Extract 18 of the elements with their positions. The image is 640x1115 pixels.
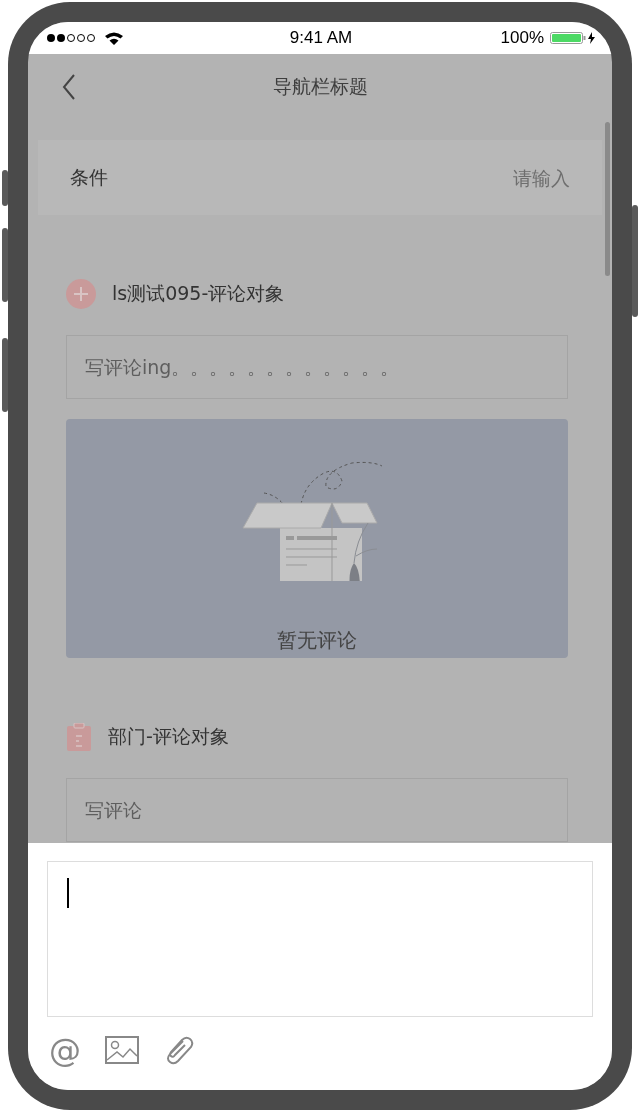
battery-percentage: 100% [500, 28, 544, 48]
comment-input[interactable]: 写评论ing。。。。。。。。。。。。 [66, 335, 568, 399]
empty-state-text: 暂无评论 [277, 627, 357, 654]
add-icon [66, 279, 96, 309]
section-title: 部门-评论对象 [108, 724, 229, 749]
nav-title: 导航栏标题 [272, 74, 368, 99]
battery-charging-icon [550, 31, 596, 45]
clipboard-icon [66, 723, 92, 751]
condition-input[interactable]: 请输入 [420, 166, 570, 189]
comment-input[interactable]: 写评论 [66, 778, 568, 842]
status-time: 9:41 AM [289, 28, 353, 48]
image-icon[interactable] [105, 1036, 139, 1064]
section-title: ls测试095-评论对象 [112, 281, 285, 306]
back-button[interactable] [62, 74, 76, 100]
signal-icon [46, 33, 98, 43]
mention-button[interactable]: @ [49, 1033, 81, 1067]
condition-label: 条件 [70, 164, 108, 190]
wifi-icon [104, 31, 124, 45]
